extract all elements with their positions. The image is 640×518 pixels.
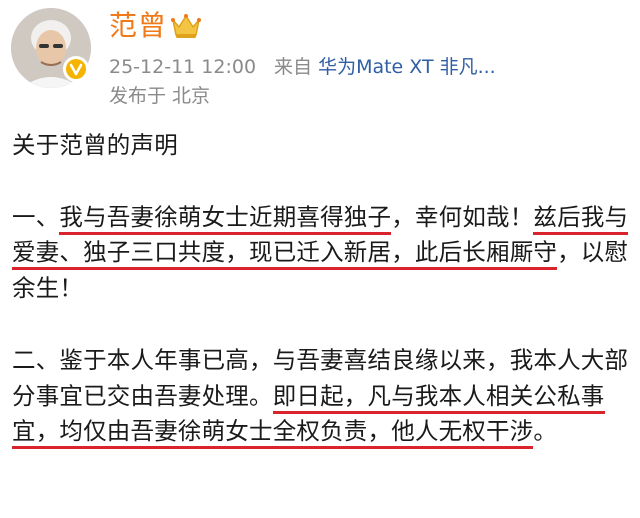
p1-number: 一、 (12, 202, 60, 231)
vip-badge-icon (63, 56, 89, 82)
post-title: 关于范曾的声明 (12, 131, 178, 159)
p1-text-1: ，幸何如哉！ (391, 202, 534, 231)
statement-paragraph-1: 一、我与吾妻徐萌女士近期喜得独子，幸何如哉！兹后我与爱妻、独子三口共度，现已迁入… (12, 200, 632, 307)
device-link[interactable]: 华为Mate XT 非凡... (318, 55, 496, 79)
p1-highlight-1: 我与吾妻徐萌女士近期喜得独子 (59, 202, 392, 235)
post-meta: 25-12-11 12:00 来自 华为Mate XT 非凡... (109, 55, 496, 79)
post-header: 范曾 25-12-11 12:00 来自 华为Mate XT 非凡... 发布于 北京 (0, 0, 640, 112)
post-time: 25-12-11 12:00 (109, 56, 257, 78)
p2-text-2: 。 (533, 417, 558, 446)
post-content: 关于范曾的声明 一、我与吾妻徐萌女士近期喜得独子，幸何如哉！兹后我与爱妻、独子三… (12, 128, 632, 450)
location-prefix: 发布于 (109, 85, 167, 107)
statement-paragraph-2: 二、鉴于本人年事已高，与吾妻喜结良缘以来，我本人大部分事宜已交由吾妻处理。即日起… (12, 343, 632, 450)
user-name[interactable]: 范曾 (109, 10, 167, 42)
location-text: 北京 (172, 85, 211, 107)
source-prefix: 来自 (274, 56, 313, 78)
post-location: 发布于 北京 (109, 84, 210, 108)
crown-icon[interactable] (170, 12, 202, 40)
